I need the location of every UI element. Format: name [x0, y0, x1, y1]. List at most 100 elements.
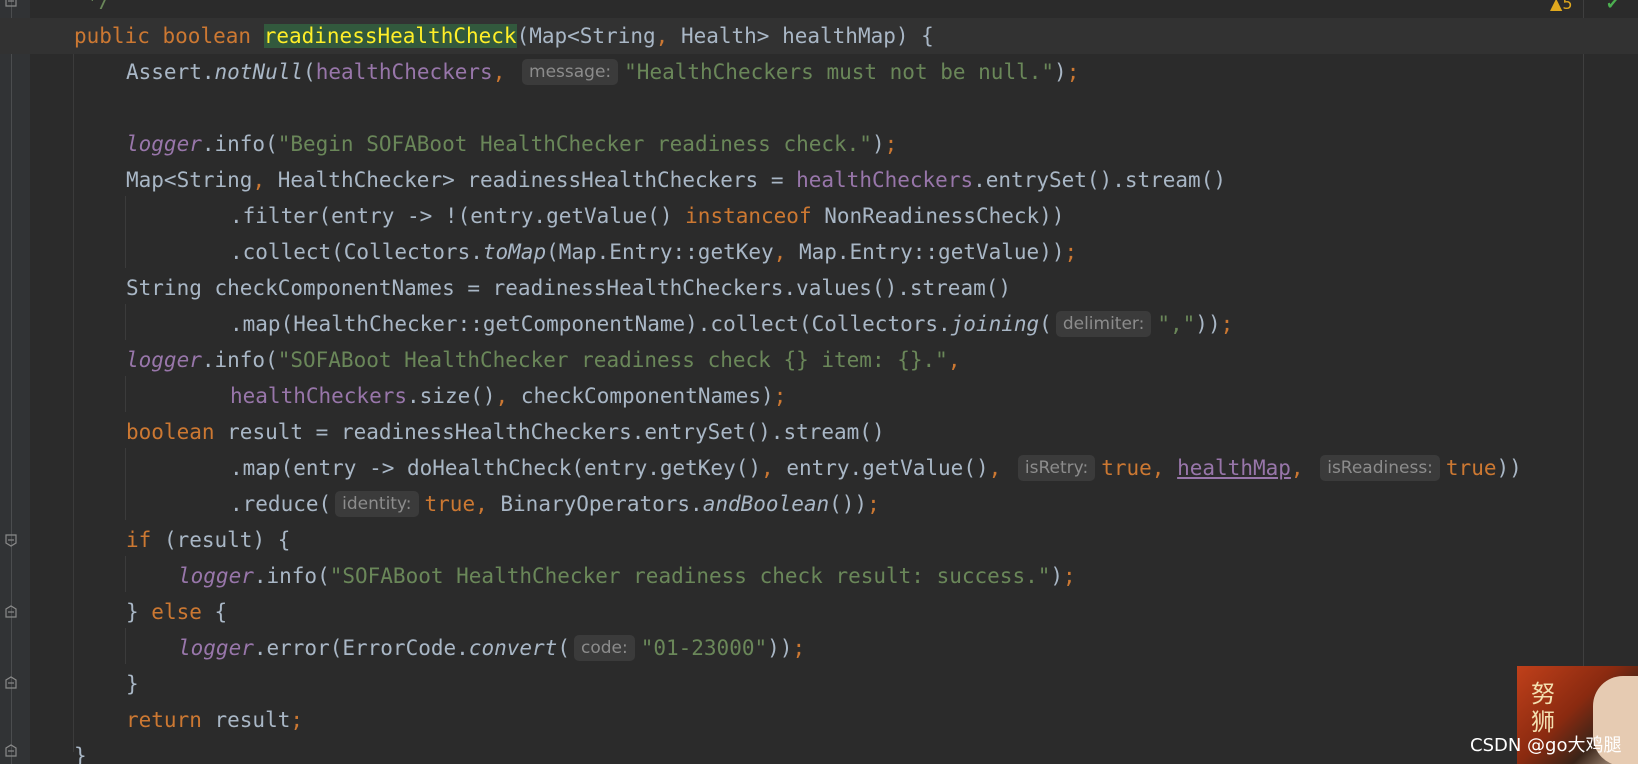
token: }: [126, 600, 152, 624]
indent-guide: [73, 52, 74, 752]
string-literal: "Begin SOFABoot HealthChecker readiness …: [277, 132, 872, 156]
indent-guide: [125, 448, 126, 520]
code-line[interactable]: Map<String, HealthChecker> readinessHeal…: [0, 162, 1226, 198]
code-text: healthCheckers.size(), checkComponentNam…: [230, 378, 786, 414]
token: ,: [655, 24, 669, 48]
code-line[interactable]: logger.error(ErrorCode.convert(code: "01-…: [0, 630, 805, 666]
string-literal: "HealthCheckers must not be null.": [624, 60, 1055, 84]
token: (Map.Entry::getKey: [546, 240, 774, 264]
token: ,: [1151, 456, 1165, 480]
token: ;: [792, 636, 806, 660]
logger-ref: logger: [178, 636, 254, 660]
code-line[interactable]: logger.info("SOFABoot HealthChecker read…: [0, 558, 1076, 594]
code-line[interactable]: healthCheckers.size(), checkComponentNam…: [0, 378, 786, 414]
field-ref: healthCheckers: [315, 60, 493, 84]
keyword: true: [1445, 456, 1497, 480]
parameter-hint: code:: [573, 635, 635, 661]
code-text: logger.info("SOFABoot HealthChecker read…: [126, 342, 960, 378]
token: notNull: [214, 60, 304, 84]
parameter-hint: delimiter:: [1055, 311, 1152, 337]
code-line[interactable]: logger.info("Begin SOFABoot HealthChecke…: [0, 126, 897, 162]
code-text: logger.info("Begin SOFABoot HealthChecke…: [126, 126, 897, 162]
token: .collect(Collectors.: [230, 240, 483, 264]
token: .reduce(: [230, 492, 332, 516]
code-line[interactable]: logger.info("SOFABoot HealthChecker read…: [0, 342, 960, 378]
token: Assert.: [126, 60, 215, 84]
indent-guide: [125, 196, 126, 268]
code-text: }: [126, 666, 139, 702]
code-line[interactable]: .map(entry -> doHealthCheck(entry.getKey…: [0, 450, 1522, 486]
keyword: boolean: [126, 420, 215, 444]
code-line[interactable]: if (result) {: [0, 522, 290, 558]
token: ;: [1220, 312, 1234, 336]
token: (: [557, 636, 570, 660]
token: checkComponentNames): [508, 384, 774, 408]
warning-icon: ▲: [1550, 0, 1563, 13]
code-text: Assert.notNull(healthCheckers, message: "…: [126, 54, 1079, 90]
token: .error(ErrorCode.: [253, 636, 469, 660]
token: )): [1496, 456, 1522, 480]
code-line[interactable]: */: [0, 0, 111, 18]
code-line[interactable]: Assert.notNull(healthCheckers, message: "…: [0, 54, 1079, 90]
keyword: return: [126, 708, 202, 732]
code-line[interactable]: String checkComponentNames = readinessHe…: [0, 270, 1011, 306]
field-ref: healthCheckers: [230, 384, 408, 408]
code-text: if (result) {: [126, 522, 290, 558]
code-text: .reduce(identity: true, BinaryOperators.a…: [230, 486, 880, 522]
token: }: [74, 744, 87, 764]
token: (: [303, 60, 316, 84]
code-line[interactable]: return result;: [0, 702, 303, 738]
token: .map(entry -> doHealthCheck(entry.getKey…: [230, 456, 762, 480]
token: Health> healthMap) {: [668, 24, 934, 48]
token: joining: [950, 312, 1040, 336]
token: result: [201, 708, 291, 732]
keyword: instanceof: [685, 204, 812, 228]
check-icon[interactable]: ✔: [1606, 0, 1619, 13]
token: toMap: [482, 240, 547, 264]
code-line[interactable]: } else {: [0, 594, 227, 630]
token: )): [1195, 312, 1221, 336]
token: )): [767, 636, 793, 660]
code-text: boolean result = readinessHealthCheckers…: [126, 414, 885, 450]
keyword: boolean: [162, 24, 252, 48]
indent-guide: [125, 556, 126, 592]
token: BinaryOperators.: [487, 492, 703, 516]
indent-guide: [125, 628, 126, 664]
code-line[interactable]: .map(HealthChecker::getComponentName).co…: [0, 306, 1233, 342]
code-line[interactable]: .collect(Collectors.toMap(Map.Entry::get…: [0, 234, 1077, 270]
code-line[interactable]: .reduce(identity: true, BinaryOperators.a…: [0, 486, 880, 522]
token: ;: [290, 708, 304, 732]
token: ,: [252, 168, 266, 192]
code-text: return result;: [126, 702, 303, 738]
code-editor[interactable]: ▲5 ✔ */ public boolean readinessHealthCh…: [0, 0, 1638, 764]
token: (Map<String: [516, 24, 656, 48]
parameter-ref[interactable]: healthMap: [1177, 456, 1291, 480]
token: ,: [475, 492, 488, 516]
token: String checkComponentNames = readinessHe…: [126, 276, 1012, 300]
token: ,: [988, 456, 1002, 480]
warning-indicator[interactable]: ▲5: [1550, 0, 1573, 13]
code-line-current[interactable]: public boolean readinessHealthCheck(Map<…: [0, 18, 1638, 54]
code-line[interactable]: .filter(entry -> !(entry.getValue() inst…: [0, 198, 1064, 234]
code-text: .filter(entry -> !(entry.getValue() inst…: [230, 198, 1064, 234]
token: .size(): [407, 384, 496, 408]
warning-count: 5: [1562, 0, 1573, 13]
method-name: readinessHealthCheck: [263, 24, 517, 48]
string-literal: "SOFABoot HealthChecker readiness check …: [329, 564, 1051, 588]
code-line[interactable]: }: [0, 666, 139, 702]
parameter-hint: isReadiness:: [1320, 455, 1440, 481]
token: ;: [1066, 60, 1080, 84]
token: {: [201, 600, 228, 624]
token: andBoolean: [702, 492, 830, 516]
token: ;: [867, 492, 880, 516]
token: ): [1050, 564, 1064, 588]
code-line[interactable]: boolean result = readinessHealthCheckers…: [0, 414, 885, 450]
code-line[interactable]: }: [0, 738, 87, 764]
token: ,: [947, 348, 961, 372]
token: ;: [1063, 564, 1076, 588]
keyword: true: [424, 492, 476, 516]
token: (result) {: [151, 528, 291, 552]
token: (: [1039, 312, 1052, 336]
logger-ref: logger: [178, 564, 254, 588]
token: .map(HealthChecker::getComponentName).co…: [230, 312, 951, 336]
